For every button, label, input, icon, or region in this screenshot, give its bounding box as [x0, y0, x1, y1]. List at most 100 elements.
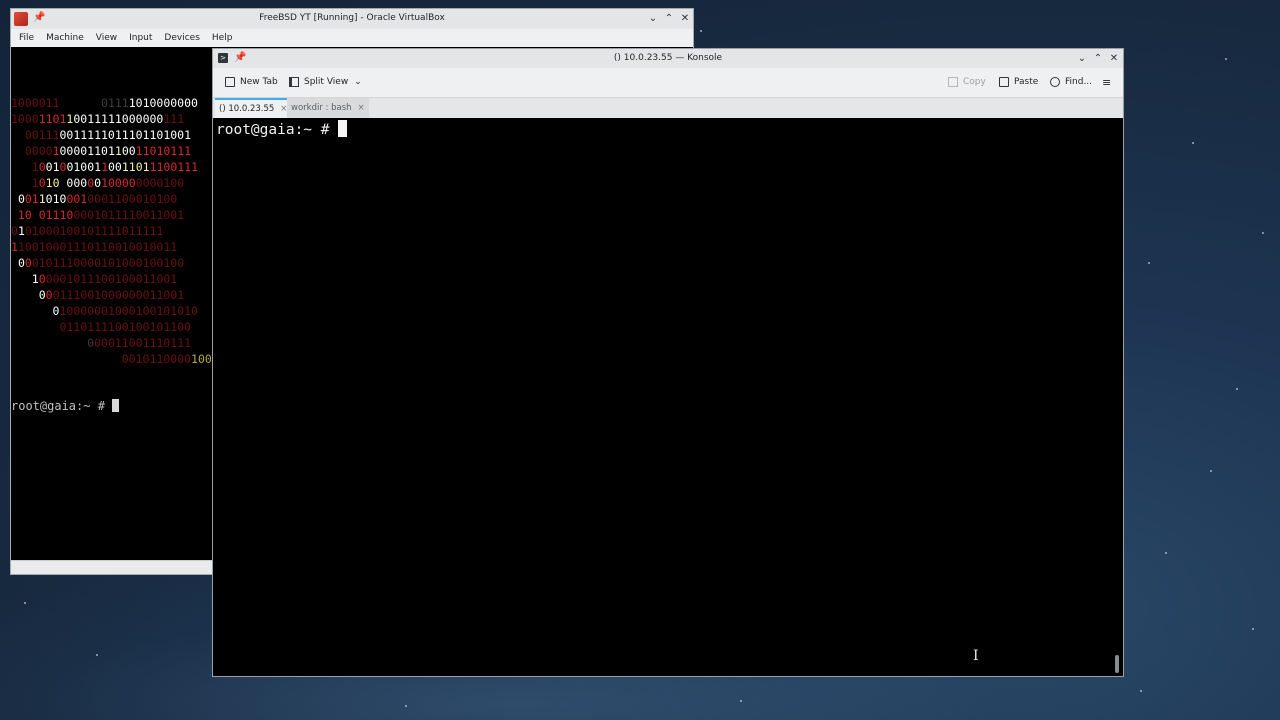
copy-button[interactable]: Copy: [948, 77, 986, 87]
matrix-line: 110010001110110010010011: [11, 240, 177, 254]
menu-machine[interactable]: Machine: [40, 33, 90, 43]
split-view-button[interactable]: Split View ⌄: [289, 77, 362, 87]
konsole-toolbar: New Tab Split View ⌄ Copy Paste Find... …: [213, 68, 1123, 98]
matrix-chars: 0000: [11, 144, 53, 158]
matrix-chars: 010: [45, 192, 67, 206]
star-dot: [1192, 142, 1194, 144]
ibeam-cursor-icon: I: [973, 648, 979, 664]
matrix-chars: 0: [24, 256, 32, 270]
matrix-line: 000011001110111: [11, 336, 191, 350]
close-icon[interactable]: ✕: [1108, 53, 1120, 64]
shell-prompt: root@gaia:~ #: [216, 120, 348, 138]
split-view-icon: [289, 77, 299, 87]
matrix-chars: 10010001110110010010011: [17, 240, 178, 254]
matrix-chars: 01001: [66, 160, 102, 174]
vm-shell-prompt: root@gaia:~ #: [11, 399, 120, 413]
matrix-chars: 1: [11, 160, 39, 174]
matrix-chars: 000: [66, 176, 88, 190]
menu-view[interactable]: View: [90, 33, 123, 43]
star-dot: [96, 654, 98, 656]
matrix-line: 1000011 01111010000000: [11, 96, 198, 110]
menu-help[interactable]: Help: [206, 33, 239, 43]
matrix-chars: [11, 272, 32, 286]
konsole-tabbar: () 10.0.23.55 × workdir : bash ×: [213, 98, 1123, 119]
matrix-chars: 0: [11, 224, 18, 238]
matrix-line: 001110011111011101101001: [11, 128, 191, 142]
matrix-chars: 00: [121, 144, 136, 158]
matrix-chars: 1: [17, 224, 25, 238]
matrix-chars: 0101110000101000100100: [31, 256, 185, 270]
minimize-icon[interactable]: ⌄: [1076, 53, 1088, 64]
matrix-chars: 00001101: [59, 144, 115, 158]
matrix-chars: 1: [31, 272, 39, 286]
matrix-chars: 11010111: [135, 144, 192, 158]
virtualbox-titlebar[interactable]: 📌 FreeBSD YT [Running] - Oracle VirtualB…: [11, 9, 693, 29]
matrix-line: 000111001000000011001: [11, 288, 184, 302]
matrix-line: 010000001000100101010: [11, 304, 198, 318]
paste-button[interactable]: Paste: [999, 77, 1038, 87]
tab-session-2[interactable]: workdir : bash ×: [287, 98, 369, 118]
star-dot: [1148, 262, 1150, 264]
matrix-chars: 01: [24, 192, 39, 206]
star-dot: [1140, 690, 1142, 692]
matrix-chars: 0: [38, 288, 46, 302]
star-dot: [1225, 58, 1227, 60]
terminal-area[interactable]: root@gaia:~ # I: [213, 118, 1123, 676]
vm-cursor: [112, 399, 120, 412]
matrix-line: 10 011100001011110011001: [11, 208, 184, 222]
hamburger-menu-icon[interactable]: ≡: [1102, 76, 1111, 89]
close-icon[interactable]: ✕: [679, 13, 691, 24]
prompt-text: root@gaia:~ #: [216, 122, 339, 138]
new-tab-button[interactable]: New Tab: [225, 77, 278, 87]
menu-input[interactable]: Input: [123, 33, 158, 43]
find-label: Find...: [1065, 77, 1093, 87]
maximize-icon[interactable]: ⌃: [663, 13, 675, 24]
maximize-icon[interactable]: ⌃: [1092, 53, 1104, 64]
konsole-window[interactable]: > 📌 () 10.0.23.55 — Konsole ⌄ ⌃ ✕ New Ta…: [212, 48, 1124, 677]
star-dot: [740, 700, 742, 702]
matrix-chars: 0110111100100101100: [11, 320, 192, 334]
matrix-line: 0101000100101111011111: [11, 224, 163, 238]
tab-label: workdir : bash: [291, 103, 352, 113]
chevron-down-icon[interactable]: ⌄: [354, 77, 362, 87]
search-icon: [1050, 77, 1060, 87]
matrix-chars: 0001100010100: [87, 192, 178, 206]
matrix-chars: 0011111000000: [73, 112, 164, 126]
matrix-chars: 0: [45, 288, 53, 302]
scrollbar-handle[interactable]: [1115, 655, 1119, 673]
virtualbox-menubar: File Machine View Input Devices Help: [11, 29, 693, 47]
matrix-chars: 01000100101111011111: [24, 224, 164, 238]
matrix-chars: 0: [17, 192, 25, 206]
minimize-icon[interactable]: ⌄: [647, 13, 659, 24]
matrix-chars: 10: [45, 176, 67, 190]
matrix-line: 0110111100100101100: [11, 320, 191, 334]
matrix-line: 00110100010001100010100: [11, 192, 177, 206]
matrix-chars: 00: [108, 160, 122, 174]
konsole-titlebar[interactable]: > 📌 () 10.0.23.55 — Konsole ⌄ ⌃ ✕: [213, 49, 1123, 68]
matrix-chars: 0111: [101, 96, 129, 110]
new-tab-label: New Tab: [240, 77, 278, 87]
matrix-chars: 1: [38, 192, 46, 206]
vm-prompt-text: root@gaia:~ #: [11, 399, 113, 413]
menu-file[interactable]: File: [13, 33, 40, 43]
menu-devices[interactable]: Devices: [158, 33, 205, 43]
star-dot: [1252, 628, 1254, 630]
star-dot: [700, 30, 702, 32]
tab-session-1[interactable]: () 10.0.23.55 ×: [215, 98, 292, 118]
matrix-chars: 1101: [121, 160, 150, 174]
matrix-line: 100001011100100011001: [11, 272, 177, 286]
matrix-chars: 1101: [38, 112, 67, 126]
matrix-chars: [11, 192, 18, 206]
matrix-chars: 0001011110011001: [73, 208, 185, 222]
star-dot: [405, 705, 407, 707]
close-tab-icon[interactable]: ×: [358, 103, 365, 113]
matrix-chars: 1: [101, 160, 108, 174]
copy-label: Copy: [963, 77, 986, 87]
find-button[interactable]: Find...: [1050, 77, 1092, 87]
matrix-chars: 1000: [11, 112, 39, 126]
matrix-chars: 1: [11, 240, 18, 254]
star-dot: [1165, 552, 1167, 554]
matrix-line: 1000110110011111000000111: [11, 112, 184, 126]
paste-label: Paste: [1014, 77, 1039, 87]
matrix-line: 1010 00000100000000100: [11, 176, 184, 190]
